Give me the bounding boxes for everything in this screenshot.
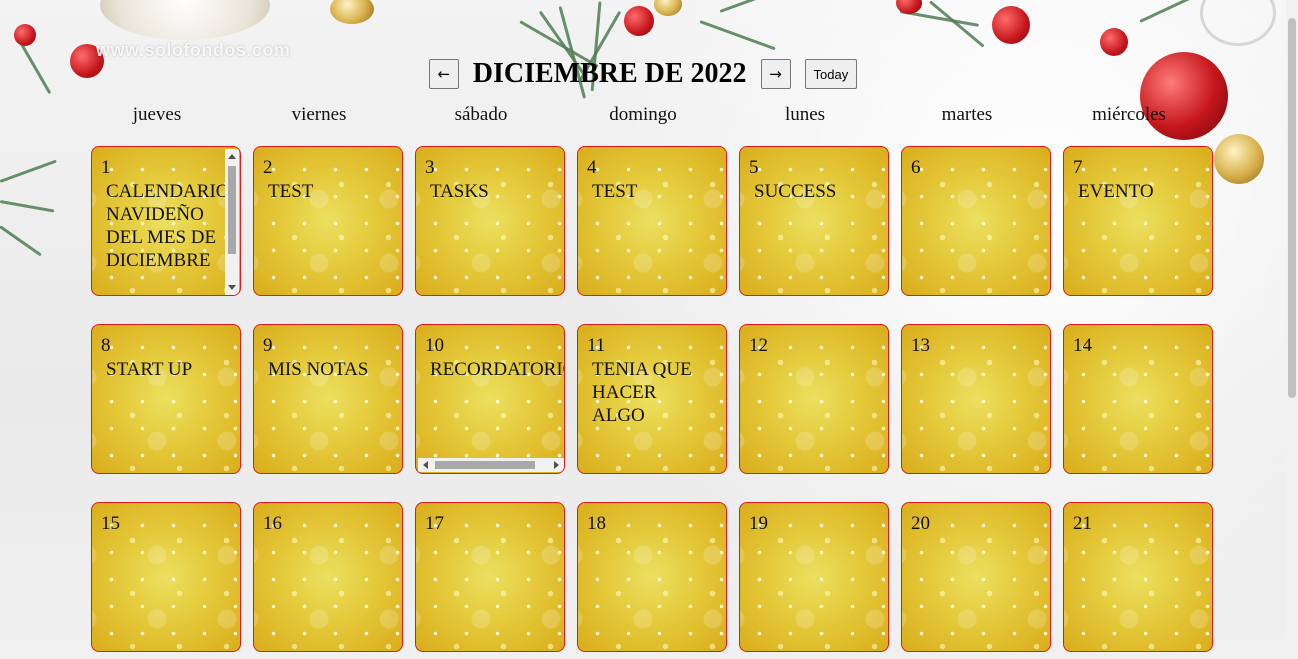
day-cell[interactable]: 6 [901, 146, 1051, 296]
day-cell[interactable]: 16 [253, 502, 403, 652]
day-number: 19 [749, 513, 768, 534]
weekday-label: viernes [291, 104, 347, 125]
day-cell[interactable]: 20 [901, 502, 1051, 652]
day-cell[interactable]: 9 MIS NOTAS [253, 324, 403, 474]
day-cell[interactable]: 19 [739, 502, 889, 652]
day-note[interactable]: START UP [106, 358, 240, 381]
page-scrollbar-thumb[interactable] [1288, 18, 1296, 398]
day-number: 2 [263, 157, 273, 178]
day-cell[interactable]: 3 TASKS [415, 146, 565, 296]
day-number: 5 [749, 157, 759, 178]
day-note[interactable]: CALENDARIO NAVIDEÑO DEL MES DE DICIEMBRE [106, 180, 230, 272]
day-cell[interactable]: 15 [91, 502, 241, 652]
month-title: DICIEMBRE DE 2022 [472, 58, 747, 89]
day-cell[interactable]: 4 TEST [577, 146, 727, 296]
weekday-label: jueves [132, 104, 182, 125]
day-number: 16 [263, 513, 282, 534]
day-cell[interactable]: 17 [415, 502, 565, 652]
day-note[interactable]: TASKS [430, 180, 564, 203]
day-cell[interactable]: 5 SUCCESS [739, 146, 889, 296]
day-cell[interactable]: 11 TENIA QUE HACER ALGO [577, 324, 727, 474]
vertical-scrollbar[interactable] [225, 149, 239, 295]
day-number: 3 [425, 157, 435, 178]
day-cell[interactable]: 12 [739, 324, 889, 474]
day-note[interactable]: RECORDATORIO [430, 358, 564, 381]
day-number: 9 [263, 335, 273, 356]
day-note[interactable]: TENIA QUE HACER ALGO [592, 358, 706, 427]
day-number: 7 [1073, 157, 1083, 178]
day-note[interactable]: SUCCESS [754, 180, 888, 203]
day-number: 18 [587, 513, 606, 534]
calendar-header: ← DICIEMBRE DE 2022 → Today [0, 58, 1286, 90]
day-cell[interactable]: 18 [577, 502, 727, 652]
day-note[interactable]: EVENTO [1078, 180, 1212, 203]
day-cell[interactable]: 10 RECORDATORIO [415, 324, 565, 474]
horizontal-scrollbar[interactable] [418, 458, 564, 472]
scroll-left-icon[interactable] [423, 461, 428, 469]
day-number: 21 [1073, 513, 1092, 534]
day-number: 6 [911, 157, 921, 178]
scroll-right-icon[interactable] [554, 461, 559, 469]
day-note[interactable]: TEST [268, 180, 402, 203]
day-note[interactable]: TEST [592, 180, 726, 203]
day-number: 13 [911, 335, 930, 356]
day-number: 12 [749, 335, 768, 356]
today-button[interactable]: Today [804, 59, 858, 89]
day-number: 15 [101, 513, 120, 534]
day-cell[interactable]: 7 EVENTO [1063, 146, 1213, 296]
day-number: 11 [587, 335, 606, 356]
day-number: 4 [587, 157, 597, 178]
day-number: 14 [1073, 335, 1092, 356]
day-number: 17 [425, 513, 444, 534]
day-number: 20 [911, 513, 930, 534]
page-scrollbar[interactable] [1286, 0, 1298, 659]
day-cell[interactable]: 14 [1063, 324, 1213, 474]
weekday-row: jueves viernes sábado domingo lunes mart… [76, 104, 1238, 126]
weekday-label: martes [941, 104, 993, 125]
day-cell[interactable]: 1 CALENDARIO NAVIDEÑO DEL MES DE DICIEMB… [91, 146, 241, 296]
day-number: 8 [101, 335, 111, 356]
day-cell[interactable]: 2 TEST [253, 146, 403, 296]
day-note[interactable]: MIS NOTAS [268, 358, 402, 381]
day-number: 1 [101, 157, 111, 178]
next-month-button[interactable]: → [760, 59, 791, 89]
prev-month-button[interactable]: ← [428, 59, 459, 89]
weekday-label: sábado [454, 104, 508, 125]
scrollbar-thumb[interactable] [228, 166, 236, 254]
weekday-label: miércoles [1092, 104, 1166, 125]
day-number: 10 [425, 335, 444, 356]
calendar-grid: 1 CALENDARIO NAVIDEÑO DEL MES DE DICIEMB… [91, 146, 1213, 652]
scroll-down-icon[interactable] [228, 285, 236, 290]
scroll-up-icon[interactable] [228, 154, 236, 159]
weekday-label: lunes [784, 104, 826, 125]
weekday-label: domingo [609, 104, 677, 125]
day-cell[interactable]: 8 START UP [91, 324, 241, 474]
day-cell[interactable]: 13 [901, 324, 1051, 474]
scrollbar-thumb[interactable] [435, 461, 535, 469]
day-cell[interactable]: 21 [1063, 502, 1213, 652]
